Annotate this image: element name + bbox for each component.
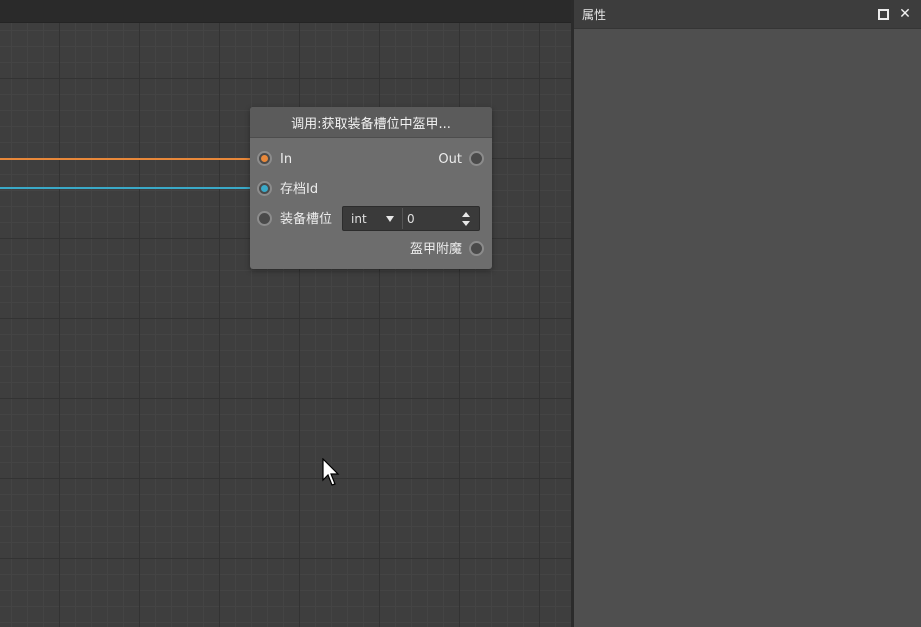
canvas-toolbar-strip: [0, 0, 571, 23]
equipment-slot-pin[interactable]: [257, 211, 272, 226]
function-call-node[interactable]: 调用:获取装备槽位中盔甲... In Out 存档Id 装备槽位 int 0 盔…: [250, 107, 492, 269]
slot-number-input[interactable]: 0: [403, 208, 479, 229]
node-title[interactable]: 调用:获取装备槽位中盔甲...: [250, 107, 492, 138]
properties-title: 属性: [582, 7, 607, 22]
out-pin-label: Out: [438, 152, 462, 167]
out-exec-pin[interactable]: [469, 151, 484, 166]
type-dropdown[interactable]: int: [343, 208, 403, 229]
graph-canvas[interactable]: [0, 0, 571, 627]
in-pin-label: In: [280, 152, 293, 167]
exec-wire[interactable]: [0, 158, 258, 160]
maximize-icon[interactable]: [875, 6, 891, 22]
armor-enchant-output-pin[interactable]: [469, 241, 484, 256]
exec-pin-dot: [261, 155, 268, 162]
close-icon[interactable]: ✕: [897, 6, 913, 22]
in-exec-pin[interactable]: [257, 151, 272, 166]
data-pin-dot: [261, 185, 268, 192]
armor-enchant-label: 盔甲附魔: [409, 242, 462, 257]
spinner-arrows-icon[interactable]: [461, 211, 471, 226]
save-id-label: 存档Id: [280, 182, 319, 197]
slot-value-widget: int 0: [342, 206, 480, 231]
type-dropdown-value: int: [351, 211, 367, 226]
slot-number-value: 0: [407, 211, 415, 226]
chevron-down-icon: [386, 215, 394, 222]
properties-header: 属性 ✕: [574, 0, 921, 29]
equipment-slot-label: 装备槽位: [280, 212, 333, 227]
mouse-cursor-icon: [322, 458, 340, 486]
save-id-pin[interactable]: [257, 181, 272, 196]
data-wire[interactable]: [0, 187, 258, 189]
properties-panel: 属性 ✕: [574, 0, 921, 627]
